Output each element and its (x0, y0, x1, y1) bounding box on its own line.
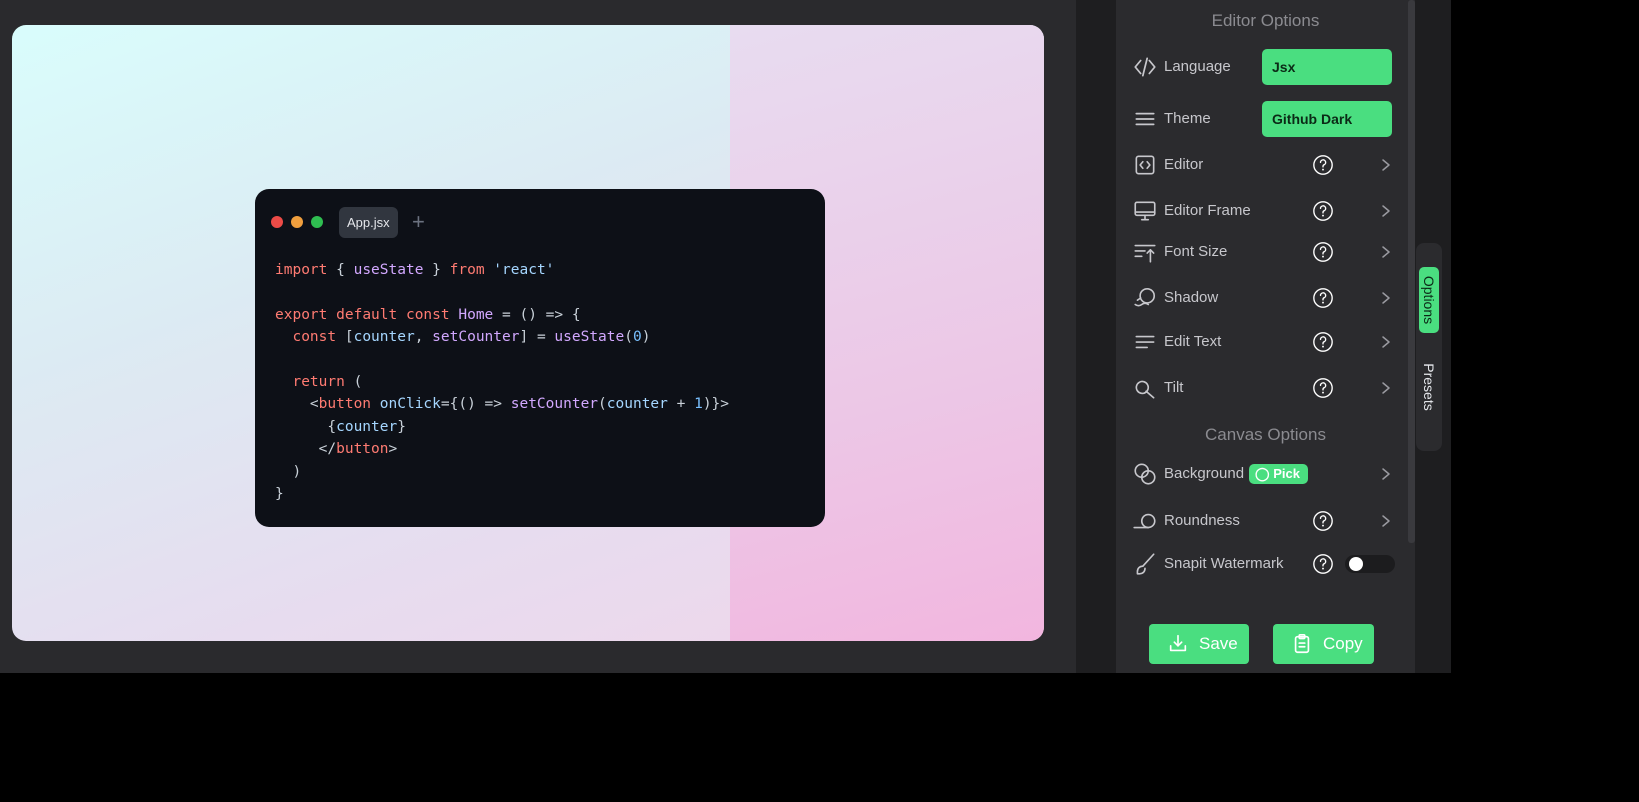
option-label: Font Size (1164, 243, 1228, 260)
text-lines-icon (1132, 329, 1158, 355)
window-minimize-dot (291, 216, 303, 228)
plus-icon[interactable]: + (412, 207, 425, 237)
help-icon[interactable] (1312, 377, 1334, 399)
theme-select[interactable]: Github Dark (1262, 101, 1392, 137)
option-row-background[interactable]: Background ◯ Pick (1116, 456, 1415, 492)
option-row-editor[interactable]: Editor (1116, 147, 1415, 183)
code-window: App.jsx + import { useState } from 'reac… (255, 189, 825, 527)
help-icon[interactable] (1312, 331, 1334, 353)
code-line: } (275, 486, 284, 503)
option-row-font-size[interactable]: Font Size (1116, 234, 1415, 270)
language-row: Language Jsx (1116, 49, 1415, 85)
chevron-right-icon[interactable] (1378, 511, 1394, 531)
save-label: Save (1199, 634, 1238, 653)
snapshot-canvas: App.jsx + import { useState } from 'reac… (12, 25, 1044, 641)
side-tabs: Options Presets (1416, 243, 1442, 451)
canvas-area: App.jsx + import { useState } from 'reac… (0, 0, 1076, 673)
chevron-right-icon[interactable] (1378, 464, 1394, 484)
code-line: return ( (292, 374, 363, 391)
tab-presets[interactable]: Presets (1419, 351, 1439, 423)
clipboard-icon (1294, 634, 1310, 654)
code-icon (1132, 54, 1158, 80)
toggle-knob (1349, 557, 1363, 571)
help-icon[interactable] (1312, 510, 1334, 532)
option-label: Snapit Watermark (1164, 555, 1284, 572)
tab-options[interactable]: Options (1419, 267, 1439, 333)
font-size-icon (1132, 239, 1158, 265)
code-line: import { useState } from 'react' (275, 262, 555, 278)
option-row-watermark: Snapit Watermark (1116, 546, 1415, 582)
file-tab[interactable]: App.jsx (339, 207, 398, 238)
pick-color-button[interactable]: ◯ Pick (1249, 464, 1308, 484)
tab-options-label: Options (1421, 275, 1437, 325)
tilt-icon (1132, 375, 1158, 401)
option-label: Shadow (1164, 289, 1219, 306)
code-line: </button> (275, 441, 398, 458)
code-line: ) (275, 463, 302, 480)
theme-label: Theme (1164, 110, 1211, 127)
option-label: Background (1164, 465, 1245, 482)
menu-icon (1132, 106, 1158, 132)
copy-button[interactable]: Copy (1273, 624, 1374, 664)
shadow-icon (1132, 285, 1158, 311)
copy-label: Copy (1323, 634, 1363, 653)
editor-options-title: Editor Options (1211, 11, 1320, 30)
option-label: Roundness (1164, 512, 1240, 529)
help-icon[interactable] (1312, 553, 1334, 575)
download-icon (1169, 634, 1187, 652)
window-maximize-dot (311, 216, 323, 228)
option-label: Editor (1164, 156, 1204, 173)
theme-row: Theme Github Dark (1116, 101, 1415, 137)
palette-icon: ◯ (1255, 466, 1270, 481)
code-line: <button onClick={() => setCounter(counte… (275, 396, 730, 413)
circles-icon (1132, 461, 1158, 487)
save-button[interactable]: Save (1149, 624, 1249, 664)
code-line: export default const Home = () => { (275, 306, 581, 323)
help-icon[interactable] (1312, 154, 1334, 176)
language-select[interactable]: Jsx (1262, 49, 1392, 85)
option-row-editor-frame[interactable]: Editor Frame (1116, 193, 1415, 229)
code-box-icon (1132, 152, 1158, 178)
help-icon[interactable] (1312, 241, 1334, 263)
option-label: Editor Frame (1164, 202, 1251, 219)
chevron-right-icon[interactable] (1378, 378, 1394, 398)
brush-icon (1132, 551, 1158, 577)
code-line: {counter} (275, 418, 406, 435)
help-icon[interactable] (1312, 200, 1334, 222)
help-icon[interactable] (1312, 287, 1334, 309)
options-panel: Editor Options Language Jsx Theme Github… (1116, 0, 1415, 673)
option-row-tilt[interactable]: Tilt (1116, 370, 1415, 406)
code-line: const [counter, setCounter] = useState(0… (292, 329, 651, 346)
language-label: Language (1164, 58, 1231, 75)
roundness-icon (1132, 508, 1158, 534)
option-label: Edit Text (1164, 333, 1222, 350)
window-close-dot (271, 216, 283, 228)
watermark-toggle[interactable] (1345, 555, 1395, 573)
tab-presets-label: Presets (1421, 363, 1437, 411)
monitor-icon (1132, 198, 1158, 224)
option-label: Tilt (1164, 379, 1184, 396)
pick-label: Pick (1273, 466, 1300, 481)
chevron-right-icon[interactable] (1378, 242, 1394, 262)
chevron-right-icon[interactable] (1378, 288, 1394, 308)
option-row-roundness[interactable]: Roundness (1116, 503, 1415, 539)
option-row-shadow[interactable]: Shadow (1116, 280, 1415, 316)
panel-scrollbar[interactable] (1408, 0, 1415, 543)
code-block[interactable]: import { useState } from 'react' export … (275, 259, 729, 505)
canvas-options-title: Canvas Options (1205, 425, 1326, 444)
chevron-right-icon[interactable] (1378, 201, 1394, 221)
chevron-right-icon[interactable] (1378, 155, 1394, 175)
option-row-edit-text[interactable]: Edit Text (1116, 324, 1415, 360)
chevron-right-icon[interactable] (1378, 332, 1394, 352)
